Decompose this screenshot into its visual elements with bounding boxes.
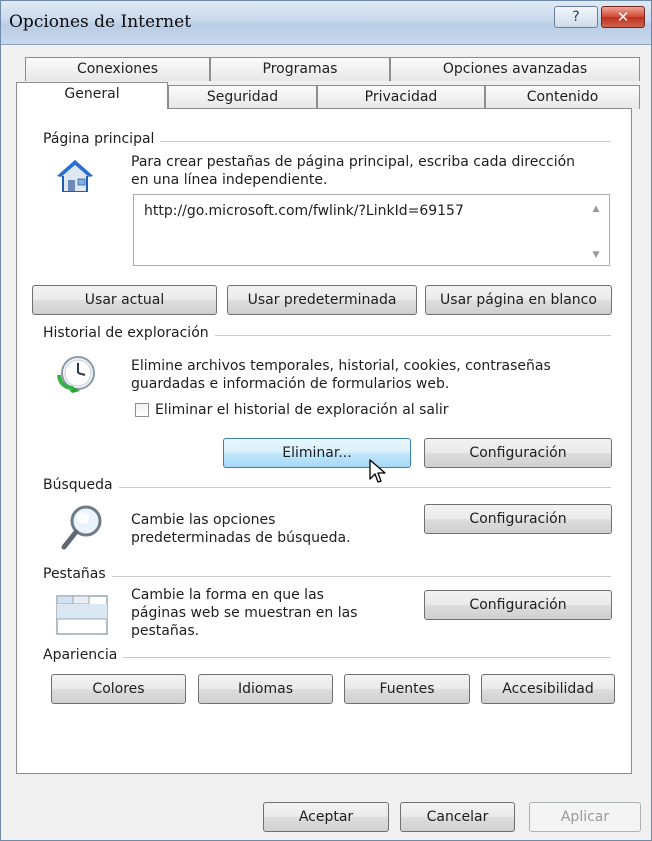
- home-page-description-line2: en una línea independiente.: [131, 172, 328, 188]
- apply-button[interactable]: Aplicar: [529, 802, 641, 832]
- tab-general[interactable]: General: [16, 82, 168, 109]
- languages-button[interactable]: Idiomas: [198, 674, 333, 704]
- home-page-url-textarea[interactable]: http://go.microsoft.com/fwlink/?LinkId=6…: [133, 194, 610, 266]
- colors-button[interactable]: Colores: [51, 674, 186, 704]
- delete-history-on-exit-checkbox[interactable]: [135, 403, 149, 417]
- help-button[interactable]: ?: [554, 6, 598, 28]
- search-settings-button[interactable]: Configuración: [424, 504, 612, 534]
- home-page-description-line1: Para crear pestañas de página principal,…: [131, 154, 576, 170]
- tabs-description-line1: Cambie la forma en que las: [131, 587, 324, 603]
- tab-content[interactable]: Contenido: [485, 85, 640, 109]
- close-button[interactable]: ✕: [601, 6, 645, 28]
- scroll-up-icon[interactable]: ▲: [591, 205, 601, 214]
- mouse-cursor-icon: [369, 459, 386, 483]
- tabs-settings-button[interactable]: Configuración: [424, 590, 612, 620]
- browsing-history-description-line1: Elimine archivos temporales, historial, …: [131, 358, 551, 374]
- magnifier-icon: [61, 505, 102, 550]
- appearance-divider: [43, 657, 611, 658]
- home-page-section-label: Página principal: [43, 131, 161, 147]
- browsing-history-description-line2: guardadas e información de formularios w…: [131, 376, 450, 392]
- tab-privacy[interactable]: Privacidad: [317, 85, 485, 109]
- tabs-divider: [43, 576, 611, 577]
- use-current-button[interactable]: Usar actual: [32, 285, 217, 315]
- search-divider: [43, 487, 611, 488]
- history-clock-icon: [57, 356, 95, 393]
- home-icon: [57, 160, 93, 192]
- internet-options-dialog: Opciones de Internet ? ✕ Conexiones Prog…: [0, 0, 652, 841]
- accessibility-button[interactable]: Accesibilidad: [481, 674, 615, 704]
- tab-connections[interactable]: Conexiones: [25, 57, 210, 81]
- fonts-button[interactable]: Fuentes: [344, 674, 470, 704]
- tab-programs[interactable]: Programas: [210, 57, 390, 81]
- tabbed-window-icon: [56, 595, 108, 635]
- search-description-line2: predeterminadas de búsqueda.: [131, 530, 351, 546]
- appearance-section-label: Apariencia: [43, 647, 124, 663]
- ok-button[interactable]: Aceptar: [263, 802, 389, 832]
- home-page-url-value: http://go.microsoft.com/fwlink/?LinkId=6…: [144, 203, 464, 219]
- title-bar[interactable]: Opciones de Internet ? ✕: [1, 1, 651, 45]
- tabs-description-line3: pestañas.: [131, 623, 200, 639]
- cancel-button[interactable]: Cancelar: [400, 802, 515, 832]
- search-description-line1: Cambie las opciones: [131, 512, 276, 528]
- use-blank-page-button[interactable]: Usar página en blanco: [425, 285, 612, 315]
- browsing-history-section-label: Historial de exploración: [43, 325, 215, 341]
- history-settings-button[interactable]: Configuración: [424, 438, 612, 468]
- scroll-down-icon[interactable]: ▼: [591, 251, 601, 260]
- use-default-button[interactable]: Usar predeterminada: [227, 285, 417, 315]
- search-section-label: Búsqueda: [43, 477, 119, 493]
- window-title: Opciones de Internet: [9, 12, 192, 32]
- tab-advanced-options[interactable]: Opciones avanzadas: [390, 57, 640, 81]
- tabs-section-label: Pestañas: [43, 566, 112, 582]
- delete-history-on-exit-label[interactable]: Eliminar el historial de exploración al …: [155, 401, 449, 419]
- tabs-description-line2: páginas web se muestran en las: [131, 605, 358, 621]
- tab-security[interactable]: Seguridad: [168, 85, 317, 109]
